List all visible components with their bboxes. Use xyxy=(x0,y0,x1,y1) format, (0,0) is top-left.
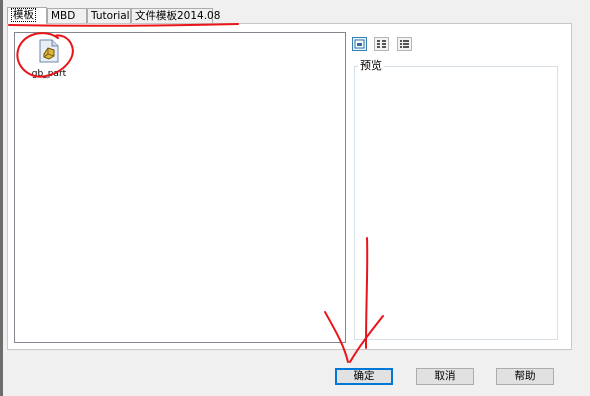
tab-label: 文件模板2014.08 xyxy=(135,10,221,22)
tab-mbd[interactable]: MBD xyxy=(47,8,87,23)
template-file-item[interactable]: gb_part xyxy=(27,39,71,79)
large-icons-view-icon xyxy=(354,39,365,49)
tab-label: 模板 xyxy=(11,8,36,22)
tab-templates[interactable]: 模板 xyxy=(7,7,47,24)
ok-button[interactable]: 确定 xyxy=(335,368,393,385)
help-button[interactable]: 帮助 xyxy=(496,368,554,385)
preview-label: 预览 xyxy=(358,59,384,72)
window-edge xyxy=(0,0,3,396)
details-view-icon xyxy=(400,40,409,48)
list-view-icon xyxy=(377,40,386,48)
tab-label: Tutorial xyxy=(91,10,130,22)
tab-label: MBD xyxy=(51,10,76,22)
tab-file-templates-2014[interactable]: 文件模板2014.08 xyxy=(131,8,220,23)
part-document-icon xyxy=(39,39,59,63)
details-view-button[interactable] xyxy=(397,37,412,51)
list-view-button[interactable] xyxy=(374,37,389,51)
large-icons-view-button[interactable] xyxy=(352,37,367,51)
template-list[interactable]: gb_part xyxy=(14,32,346,343)
template-file-name: gb_part xyxy=(31,69,67,79)
preview-box xyxy=(354,66,558,340)
tab-tutorial[interactable]: Tutorial xyxy=(87,8,131,23)
cancel-button[interactable]: 取消 xyxy=(416,368,474,385)
